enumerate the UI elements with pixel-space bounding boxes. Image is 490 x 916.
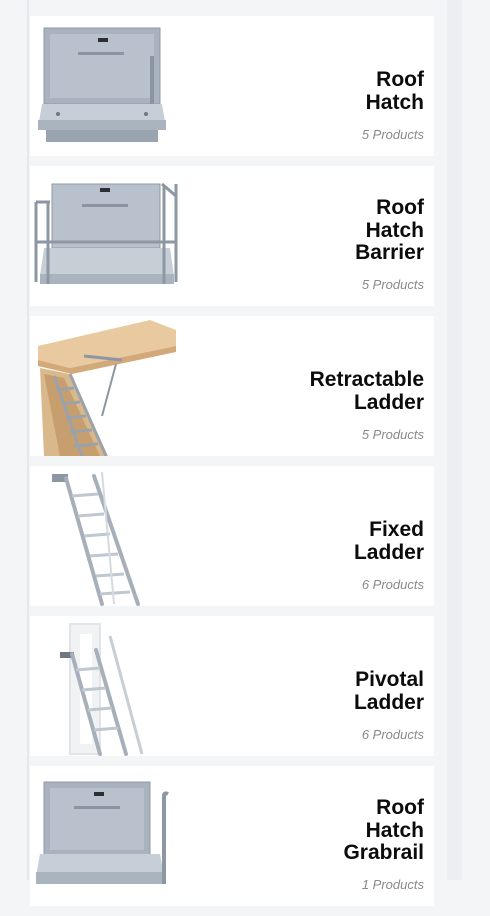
product-title: Roof Hatch Barrier <box>355 196 424 264</box>
product-title: Fixed Ladder <box>353 518 424 564</box>
product-card-retractable-ladder[interactable]: Retractable Ladder 5 Products <box>30 316 434 456</box>
product-title: Roof Hatch Grabrail <box>343 796 424 864</box>
left-divider <box>27 0 29 880</box>
product-category-list: Roof Hatch 5 Products Roof Hatch Barrier… <box>30 16 434 916</box>
product-count: 6 Products <box>361 727 424 742</box>
product-count: 5 Products <box>361 427 424 442</box>
fixed-ladder-image <box>30 466 190 606</box>
product-card-roof-hatch-barrier[interactable]: Roof Hatch Barrier 5 Products <box>30 166 434 306</box>
product-title: Retractable Ladder <box>309 368 424 414</box>
product-card-roof-hatch-grabrail[interactable]: Roof Hatch Grabrail 1 Products <box>30 766 434 906</box>
scrollbar-track[interactable] <box>447 0 462 880</box>
pivotal-ladder-image <box>30 616 190 756</box>
product-title: Pivotal Ladder <box>353 668 424 714</box>
product-card-fixed-ladder[interactable]: Fixed Ladder 6 Products <box>30 466 434 606</box>
product-count: 5 Products <box>361 127 424 142</box>
retractable-ladder-image <box>30 316 190 456</box>
roof-hatch-barrier-image <box>30 166 190 306</box>
roof-hatch-image <box>30 16 190 156</box>
roof-hatch-grabrail-image <box>30 766 190 906</box>
product-card-roof-hatch[interactable]: Roof Hatch 5 Products <box>30 16 434 156</box>
product-count: 5 Products <box>361 277 424 292</box>
product-title: Roof Hatch <box>365 68 424 114</box>
product-card-pivotal-ladder[interactable]: Pivotal Ladder 6 Products <box>30 616 434 756</box>
product-count: 6 Products <box>361 577 424 592</box>
product-count: 1 Products <box>361 877 424 892</box>
